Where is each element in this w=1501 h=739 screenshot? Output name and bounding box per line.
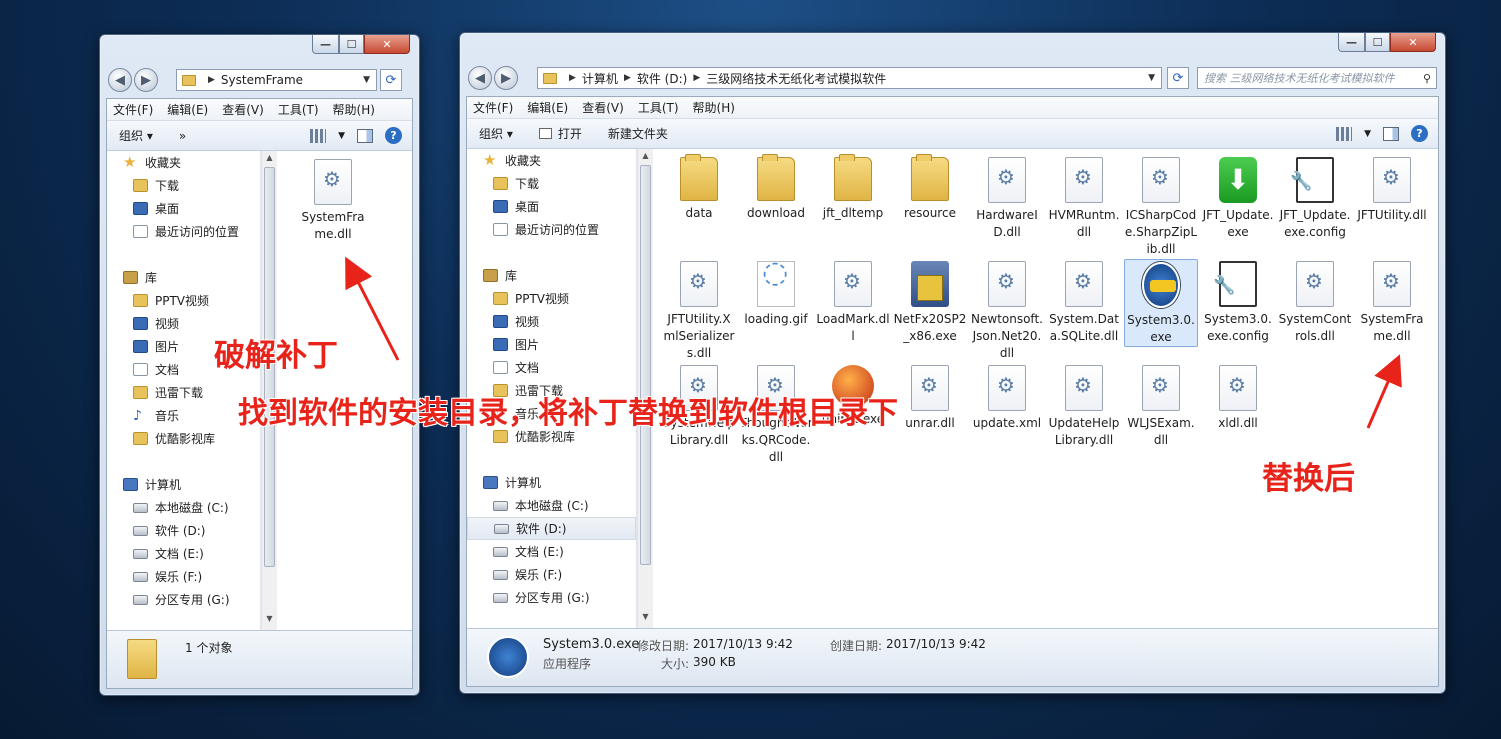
annotation-arrows <box>345 256 1402 429</box>
arrow-to-patch-file <box>345 256 400 361</box>
arrow-to-replaced-file <box>1366 354 1402 429</box>
